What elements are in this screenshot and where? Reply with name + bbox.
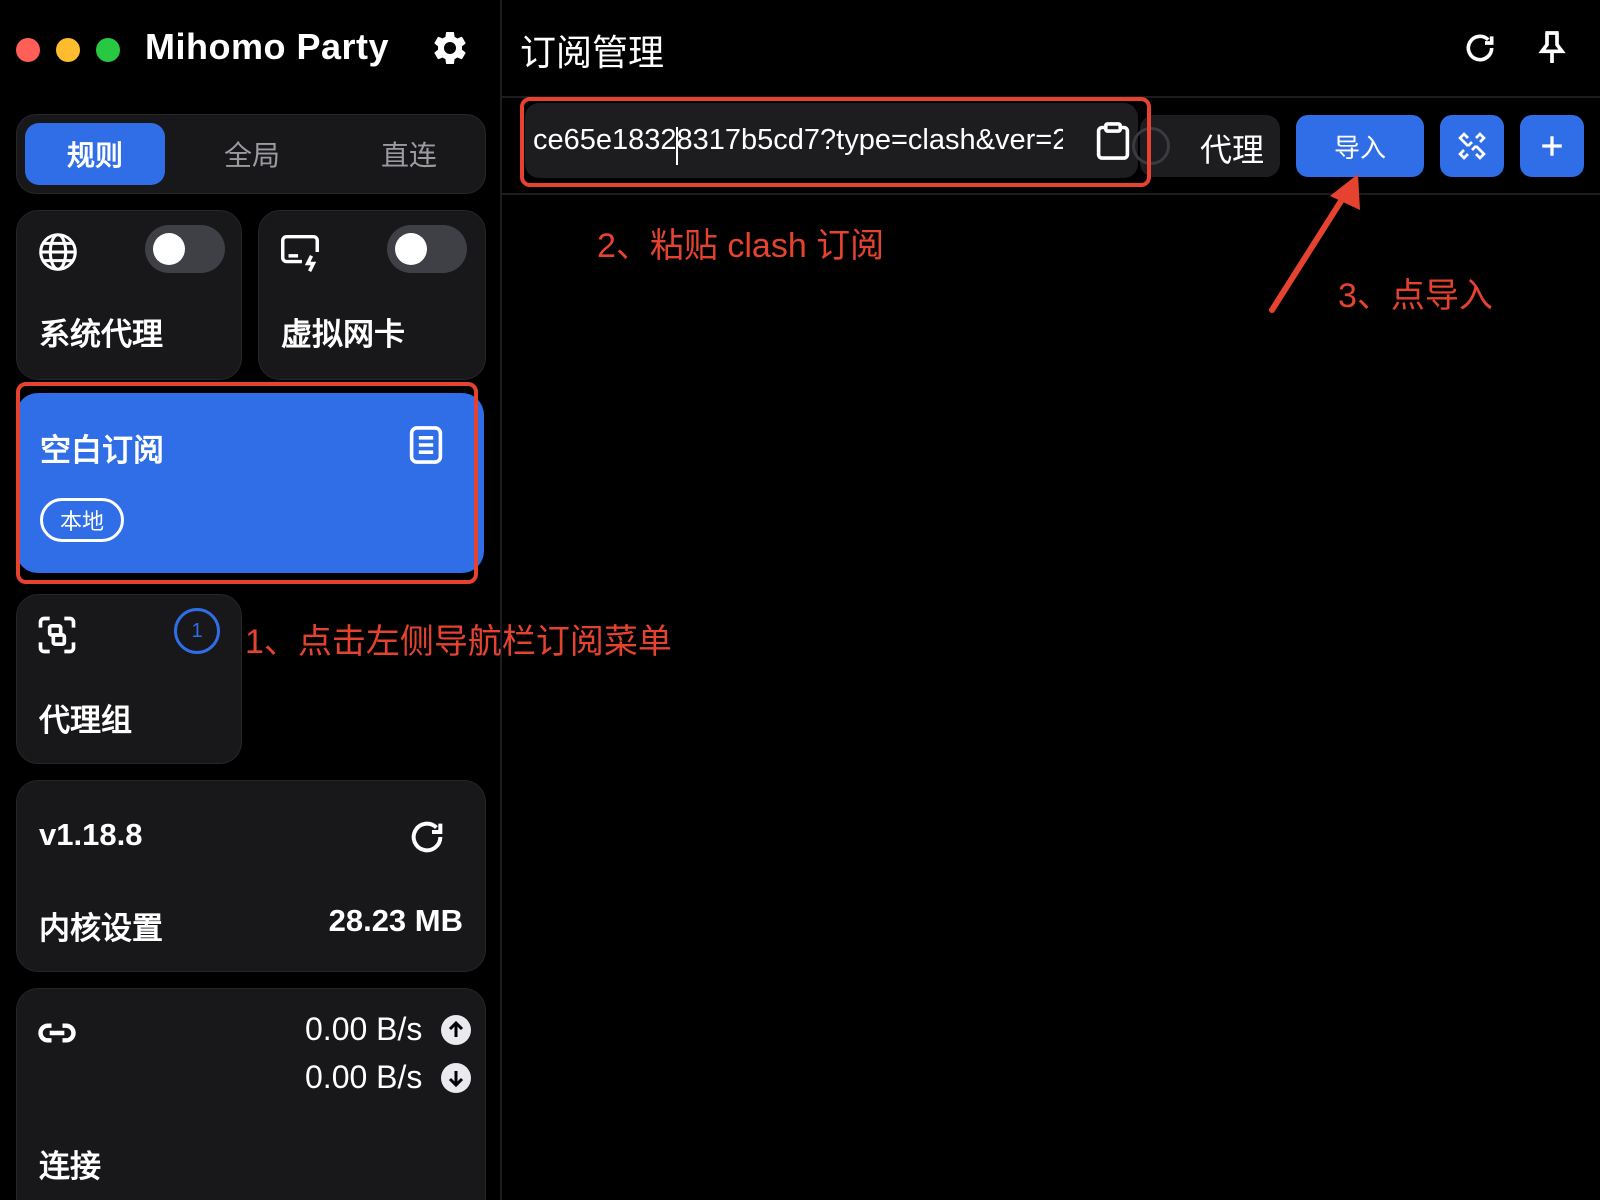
system-proxy-label: 系统代理 [39,317,163,352]
monitor-bolt-icon [281,234,319,272]
annotation-box-url [520,97,1151,187]
scan-icon [38,616,76,654]
mode-global-button[interactable]: 全局 [182,123,322,185]
upload-arrow-icon [441,1015,471,1045]
connection-label: 连接 [39,1149,101,1184]
toggle-knob [153,233,185,265]
minimize-window-button[interactable] [56,38,80,62]
annotation-box-subscription [16,382,478,584]
maximize-window-button[interactable] [96,38,120,62]
pin-icon[interactable] [1532,28,1572,68]
tun-card[interactable]: 虚拟网卡 [258,210,486,380]
app-window: Mihomo Party 规则 全局 直连 系统代理 虚拟网卡 空白订阅 本地 … [0,0,1600,1200]
annotation-step-2: 2、粘贴 clash 订阅 [597,227,885,265]
system-proxy-toggle[interactable] [145,225,225,273]
upload-speed: 0.00 B/s [305,1011,423,1047]
globe-icon [39,233,77,271]
plus-icon [1542,136,1562,156]
sidebar-divider [500,0,502,1200]
app-title: Mihomo Party [145,26,390,67]
download-speed: 0.00 B/s [305,1059,423,1095]
toggle-knob [395,233,427,265]
tun-toggle[interactable] [387,225,467,273]
download-arrow-icon [441,1063,471,1093]
page-title: 订阅管理 [520,32,665,73]
tun-label: 虚拟网卡 [281,317,405,352]
add-subscription-button[interactable] [1520,115,1584,177]
mode-rule-button[interactable]: 规则 [25,123,165,185]
core-memory: 28.23 MB [328,903,463,938]
refresh-icon[interactable] [1460,28,1500,68]
refresh-icon[interactable] [407,817,447,857]
annotation-step-1: 1、点击左侧导航栏订阅菜单 [245,623,672,661]
proxy-group-count-badge: 1 [174,608,220,654]
core-settings-label: 内核设置 [39,911,163,946]
connection-card[interactable]: 0.00 B/s 0.00 B/s 连接 [16,988,486,1200]
use-proxy-switch[interactable]: 代理 [1132,115,1280,177]
link-icon [38,1023,76,1043]
mode-direct-button[interactable]: 直连 [339,123,479,185]
close-window-button[interactable] [16,38,40,62]
sidebar: Mihomo Party 规则 全局 直连 系统代理 虚拟网卡 空白订阅 本地 … [0,0,500,1200]
link-subscription-button[interactable] [1440,115,1504,177]
toolbar-divider [502,193,1600,195]
chain-icon [1458,132,1486,160]
system-proxy-card[interactable]: 系统代理 [16,210,242,380]
gear-icon[interactable] [430,28,470,68]
core-card[interactable]: v1.18.8 内核设置 28.23 MB [16,780,486,972]
mode-segmented-control: 规则 全局 直连 [16,114,486,194]
core-version: v1.18.8 [39,817,143,852]
annotation-arrow [1269,174,1360,313]
proxy-group-label: 代理组 [39,703,132,738]
proxy-label: 代理 [1200,132,1265,168]
